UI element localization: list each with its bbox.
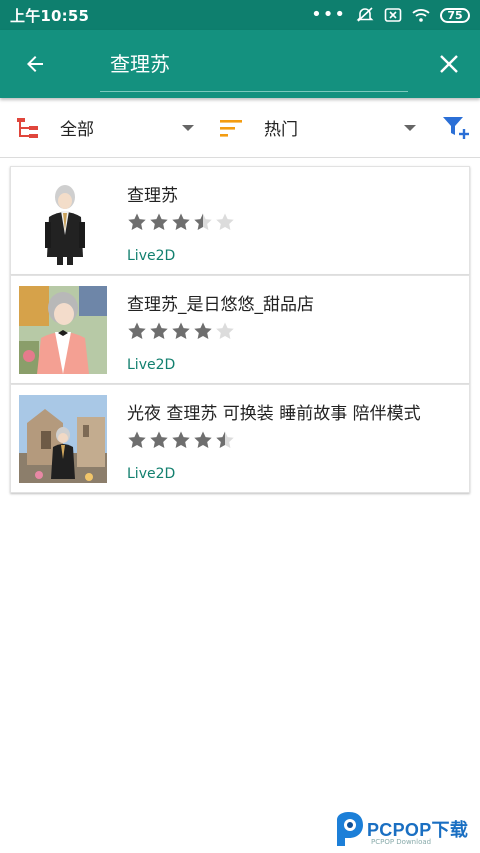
star-icon [172, 213, 190, 230]
star-icon [128, 431, 146, 448]
result-tag: Live2D [127, 248, 176, 264]
result-tag: Live2D [127, 357, 176, 373]
result-tag: Live2D [127, 466, 176, 482]
results-list: 查理苏 Live2D 查理苏_是日悠悠_甜品店 Live2D 光夜 查理苏 可换… [0, 158, 480, 493]
chevron-down-icon [182, 124, 194, 131]
star-icon [150, 431, 168, 448]
result-title: 光夜 查理苏 可换装 睡前故事 陪伴模式 [127, 404, 421, 424]
alarm-off-icon [356, 7, 374, 23]
star-icon [150, 322, 168, 339]
result-thumbnail [19, 286, 107, 374]
status-time: 上午10:55 [10, 6, 90, 25]
search-header [0, 30, 480, 98]
result-card[interactable]: 光夜 查理苏 可换装 睡前故事 陪伴模式 Live2D [10, 384, 470, 493]
sort-dropdown[interactable]: 热门 [210, 98, 432, 158]
advanced-filter-button[interactable] [432, 98, 480, 158]
result-title: 查理苏 [127, 186, 178, 206]
arrow-left-icon [27, 56, 43, 72]
chevron-down-icon [404, 124, 416, 131]
tree-icon [17, 117, 38, 138]
star-icon [194, 213, 212, 230]
filter-bar: 全部 热门 [0, 98, 480, 158]
pcpop-watermark: PCPOP下载 PCPOP Download [333, 810, 480, 850]
result-info: 光夜 查理苏 可换装 睡前故事 陪伴模式 Live2D [127, 385, 469, 492]
close-icon [440, 55, 458, 73]
result-thumbnail [19, 177, 107, 265]
search-underline [100, 91, 408, 92]
result-card[interactable]: 查理苏_是日悠悠_甜品店 Live2D [10, 275, 470, 384]
star-icon [194, 431, 212, 448]
star-icon [172, 431, 190, 448]
star-icon [172, 322, 190, 339]
sim-icon [384, 7, 402, 23]
star-icon [216, 431, 234, 448]
result-card[interactable]: 查理苏 Live2D [10, 166, 470, 275]
sort-icon [220, 119, 242, 137]
category-label: 全部 [60, 120, 94, 140]
star-icon [216, 322, 234, 339]
star-icon [150, 213, 168, 230]
result-info: 查理苏 Live2D [127, 167, 469, 274]
dots-icon: ••• [311, 4, 346, 25]
category-dropdown[interactable]: 全部 [0, 98, 210, 158]
result-thumbnail [19, 395, 107, 483]
result-title: 查理苏_是日悠悠_甜品店 [127, 295, 314, 315]
star-icon [128, 322, 146, 339]
clear-search-button[interactable] [418, 30, 480, 98]
pcpop-logo-icon [337, 812, 363, 846]
watermark-subtext: PCPOP Download [371, 838, 432, 846]
rating-stars [127, 321, 469, 341]
filter-add-icon [443, 116, 469, 139]
sort-label: 热门 [264, 120, 298, 140]
star-icon [128, 213, 146, 230]
back-button[interactable] [0, 30, 70, 98]
status-bar: 上午10:55 ••• 75 [0, 0, 480, 30]
search-box [70, 30, 418, 98]
star-icon [216, 213, 234, 230]
wifi-icon [412, 7, 430, 23]
status-icons: ••• 75 [311, 4, 470, 25]
search-input[interactable] [70, 50, 390, 74]
battery-icon: 75 [440, 7, 470, 23]
rating-stars [127, 430, 469, 450]
star-icon [194, 322, 212, 339]
result-info: 查理苏_是日悠悠_甜品店 Live2D [127, 276, 469, 383]
rating-stars [127, 212, 469, 232]
